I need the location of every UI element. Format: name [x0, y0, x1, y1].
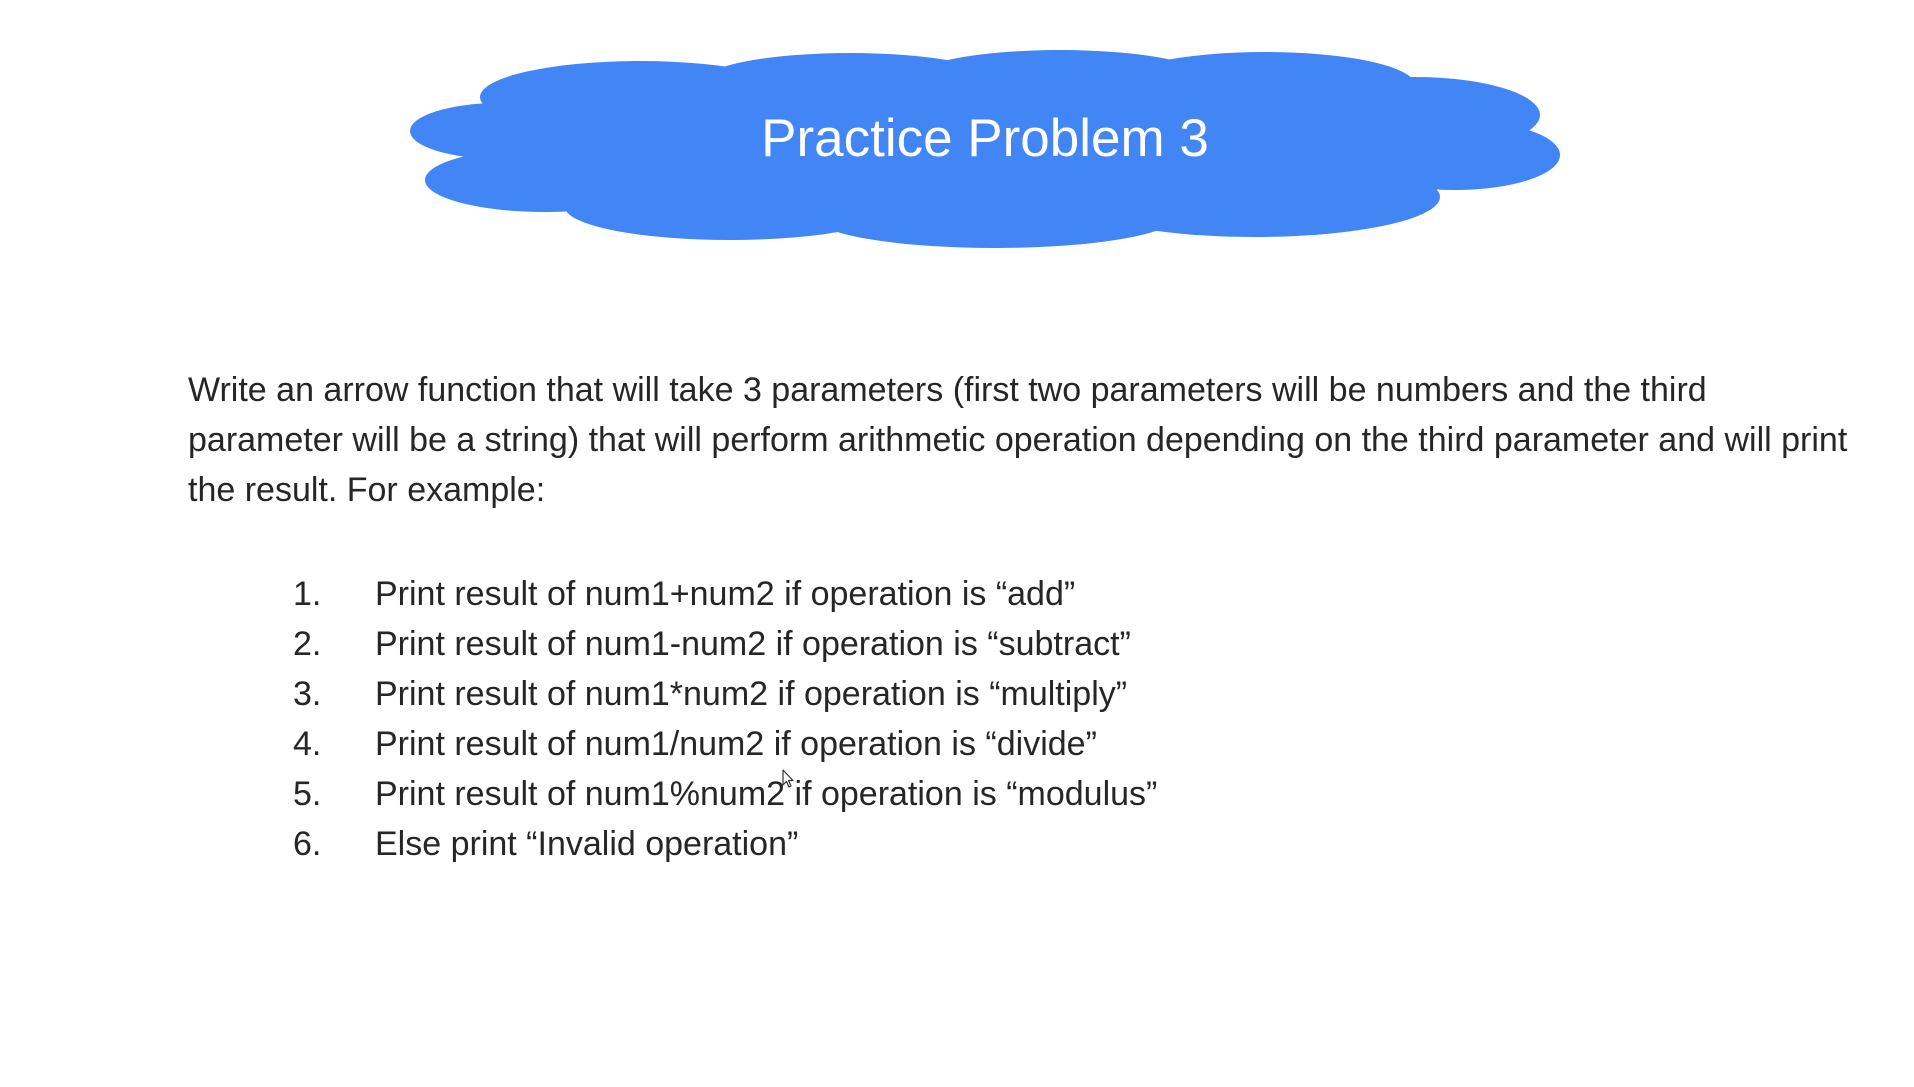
- list-item-text: Print result of num1/num2 if operation i…: [375, 725, 1097, 763]
- list-item-number: 3.: [293, 675, 322, 713]
- list-item-text: Print result of num1-num2 if operation i…: [375, 625, 1131, 663]
- page-title: Practice Problem 3: [761, 109, 1209, 168]
- list-item-text: Print result of num1%num2 if operation i…: [375, 775, 1158, 813]
- list-item-number: 6.: [293, 825, 322, 863]
- list-item: 1. Print result of num1+num2 if operatio…: [293, 569, 1157, 619]
- list-item: 6. Else print “Invalid operation”: [293, 819, 1157, 869]
- list-item-number: 2.: [293, 625, 322, 663]
- list-item-number: 1.: [293, 575, 322, 613]
- mouse-pointer-icon: [782, 769, 796, 789]
- list-item: 3. Print result of num1*num2 if operatio…: [293, 669, 1157, 719]
- list-item-text: Print result of num1*num2 if operation i…: [375, 675, 1128, 713]
- list-item-text: Else print “Invalid operation”: [375, 825, 799, 863]
- list-item-number: 5.: [293, 775, 322, 813]
- list-item: 5. Print result of num1%num2 if operatio…: [293, 769, 1157, 819]
- operation-rules-list: 1. Print result of num1+num2 if operatio…: [293, 569, 1157, 869]
- problem-description: Write an arrow function that will take 3…: [188, 371, 1848, 509]
- list-item-number: 4.: [293, 725, 322, 763]
- list-item: 2. Print result of num1-num2 if operatio…: [293, 619, 1157, 669]
- list-item: 4. Print result of num1/num2 if operatio…: [293, 719, 1157, 769]
- list-item-text: Print result of num1+num2 if operation i…: [375, 575, 1076, 613]
- slide: Practice Problem 3 Write an arrow functi…: [0, 0, 1914, 1087]
